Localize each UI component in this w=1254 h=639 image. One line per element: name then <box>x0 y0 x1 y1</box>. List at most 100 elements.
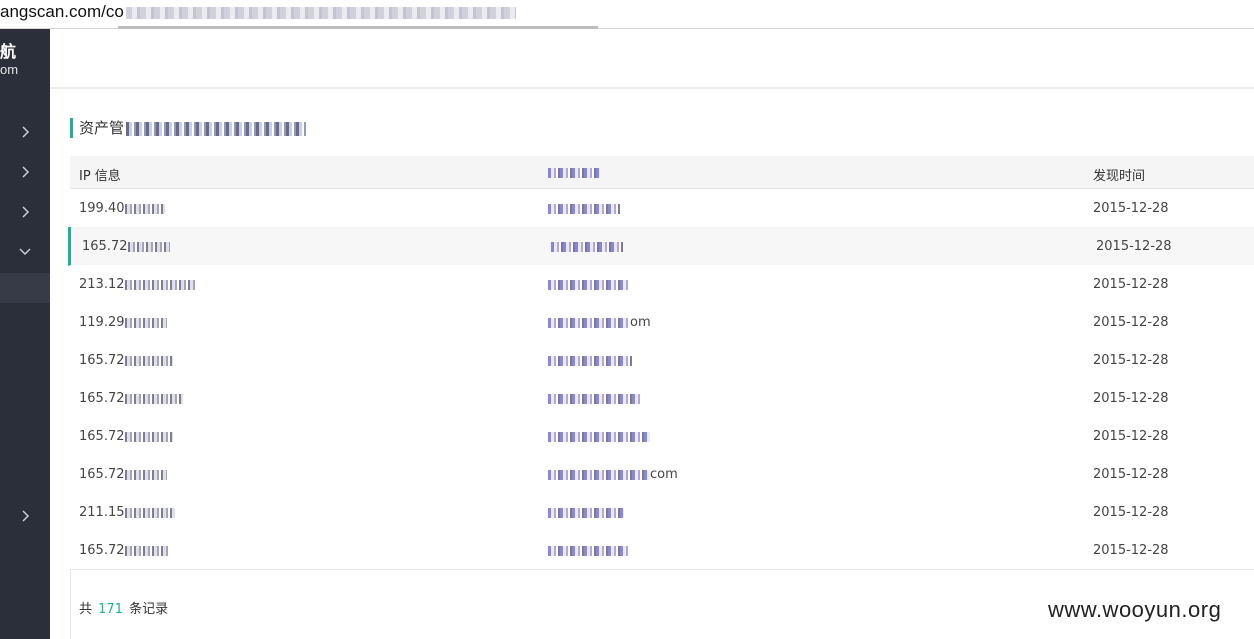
table-row[interactable]: 199.40 2015-12-28 <box>70 189 1254 228</box>
brand-title: 航 <box>0 44 17 61</box>
domain-redacted <box>548 393 640 404</box>
sidebar-subitem-active[interactable] <box>0 273 50 303</box>
time-cell: 2015-12-28 <box>1093 543 1169 558</box>
domain-cell[interactable]: com <box>548 467 678 482</box>
time-cell: 2015-12-28 <box>1093 429 1169 444</box>
domain-redacted <box>548 431 650 442</box>
table-row[interactable]: 211.15 2015-12-28 <box>70 493 1254 532</box>
domain-cell[interactable] <box>548 429 650 444</box>
domain-redacted <box>548 507 624 518</box>
chevron-right-icon <box>20 126 30 138</box>
page-title-text: 资产管 <box>79 119 125 137</box>
ip-redacted <box>124 279 195 290</box>
domain-cell[interactable] <box>551 239 623 254</box>
ip-text: 165.72 <box>79 391 125 406</box>
ip-text: 211.15 <box>79 505 125 520</box>
chevron-down-icon <box>19 246 31 258</box>
domain-redacted <box>548 279 630 290</box>
top-header <box>50 29 1254 89</box>
page-title-redacted <box>126 121 307 136</box>
domain-suffix: com <box>650 467 678 482</box>
domain-suffix: om <box>630 315 651 330</box>
chevron-right-icon <box>20 510 30 522</box>
address-bar[interactable]: angscan.com/co <box>0 0 1254 29</box>
ip-cell[interactable]: 165.72 <box>79 543 169 558</box>
ip-redacted <box>124 469 167 480</box>
domain-cell[interactable] <box>548 543 628 558</box>
time-cell: 2015-12-28 <box>1093 201 1169 216</box>
ip-cell[interactable]: 165.72 <box>79 429 173 444</box>
domain-redacted <box>551 241 623 252</box>
sidebar: 航 om <box>0 29 50 639</box>
ip-text: 213.12 <box>79 277 125 292</box>
sidebar-item-4-expanded[interactable] <box>0 234 50 270</box>
table-header: IP 信息 发现时间 <box>70 156 1254 189</box>
domain-cell[interactable] <box>548 505 624 520</box>
column-header-domain[interactable] <box>548 165 600 180</box>
time-cell: 2015-12-28 <box>1093 391 1169 406</box>
ip-redacted <box>124 203 165 214</box>
domain-cell[interactable] <box>548 353 632 368</box>
table-row[interactable]: 119.29 om 2015-12-28 <box>70 303 1254 342</box>
sidebar-item-1[interactable] <box>0 114 50 150</box>
page-title: 资产管 <box>70 118 307 138</box>
time-cell: 2015-12-28 <box>1093 353 1169 368</box>
record-count-number: 171 <box>98 602 123 617</box>
chevron-right-icon <box>20 206 30 218</box>
ip-text: 165.72 <box>79 353 125 368</box>
ip-redacted <box>124 355 173 366</box>
watermark: www.wooyun.org <box>1048 597 1222 622</box>
time-cell: 2015-12-28 <box>1093 505 1169 520</box>
ip-redacted <box>124 507 175 518</box>
table-row[interactable]: 165.72 2015-12-28 <box>70 531 1254 570</box>
domain-redacted <box>548 203 620 214</box>
sidebar-item-5[interactable] <box>0 498 50 534</box>
column-header-time[interactable]: 发现时间 <box>1093 165 1145 184</box>
ip-cell[interactable]: 119.29 <box>79 315 167 330</box>
record-count-suffix: 条记录 <box>129 602 169 617</box>
table-row[interactable]: 165.72 2015-12-28 <box>70 341 1254 380</box>
sidebar-item-2[interactable] <box>0 154 50 190</box>
ip-text: 165.72 <box>79 467 125 482</box>
record-count-prefix: 共 <box>79 602 93 617</box>
domain-cell[interactable] <box>548 201 620 216</box>
ip-text: 165.72 <box>79 429 125 444</box>
sidebar-item-3[interactable] <box>0 194 50 230</box>
ip-cell[interactable]: 199.40 <box>79 201 165 216</box>
time-cell: 2015-12-28 <box>1093 277 1169 292</box>
ip-redacted <box>124 545 169 556</box>
ip-cell[interactable]: 165.72 <box>79 353 173 368</box>
ip-cell[interactable]: 213.12 <box>79 277 195 292</box>
ip-redacted <box>127 241 170 252</box>
ip-text: 165.72 <box>79 543 125 558</box>
table-row[interactable]: 165.72 com 2015-12-28 <box>70 455 1254 494</box>
ip-text: 119.29 <box>79 315 125 330</box>
url-host: angscan.com/co <box>0 2 124 21</box>
time-cell: 2015-12-28 <box>1093 315 1169 330</box>
ip-redacted <box>124 317 167 328</box>
ip-cell[interactable]: 165.72 <box>82 239 170 254</box>
brand-subtitle: om <box>0 62 19 77</box>
domain-redacted <box>548 317 630 328</box>
domain-cell[interactable] <box>548 391 640 406</box>
domain-redacted <box>548 469 650 480</box>
ip-cell[interactable]: 211.15 <box>79 505 175 520</box>
column-header-domain-redacted <box>548 167 600 178</box>
time-cell: 2015-12-28 <box>1093 467 1169 482</box>
table-row[interactable]: 165.72 2015-12-28 <box>70 379 1254 418</box>
table-row[interactable]: 165.72 2015-12-28 <box>68 227 1254 266</box>
domain-cell[interactable]: om <box>548 315 651 330</box>
ip-text: 165.72 <box>82 239 128 254</box>
url-redacted <box>125 6 516 19</box>
ip-cell[interactable]: 165.72 <box>79 467 167 482</box>
domain-cell[interactable] <box>548 277 630 292</box>
ip-redacted <box>124 431 173 442</box>
domain-redacted <box>548 355 632 366</box>
column-header-ip[interactable]: IP 信息 <box>79 165 121 184</box>
table-row[interactable]: 165.72 2015-12-28 <box>70 417 1254 456</box>
table-row[interactable]: 213.12 2015-12-28 <box>70 265 1254 304</box>
url-text[interactable]: angscan.com/co <box>0 2 516 22</box>
chevron-right-icon <box>20 166 30 178</box>
time-cell: 2015-12-28 <box>1096 239 1172 254</box>
ip-cell[interactable]: 165.72 <box>79 391 183 406</box>
